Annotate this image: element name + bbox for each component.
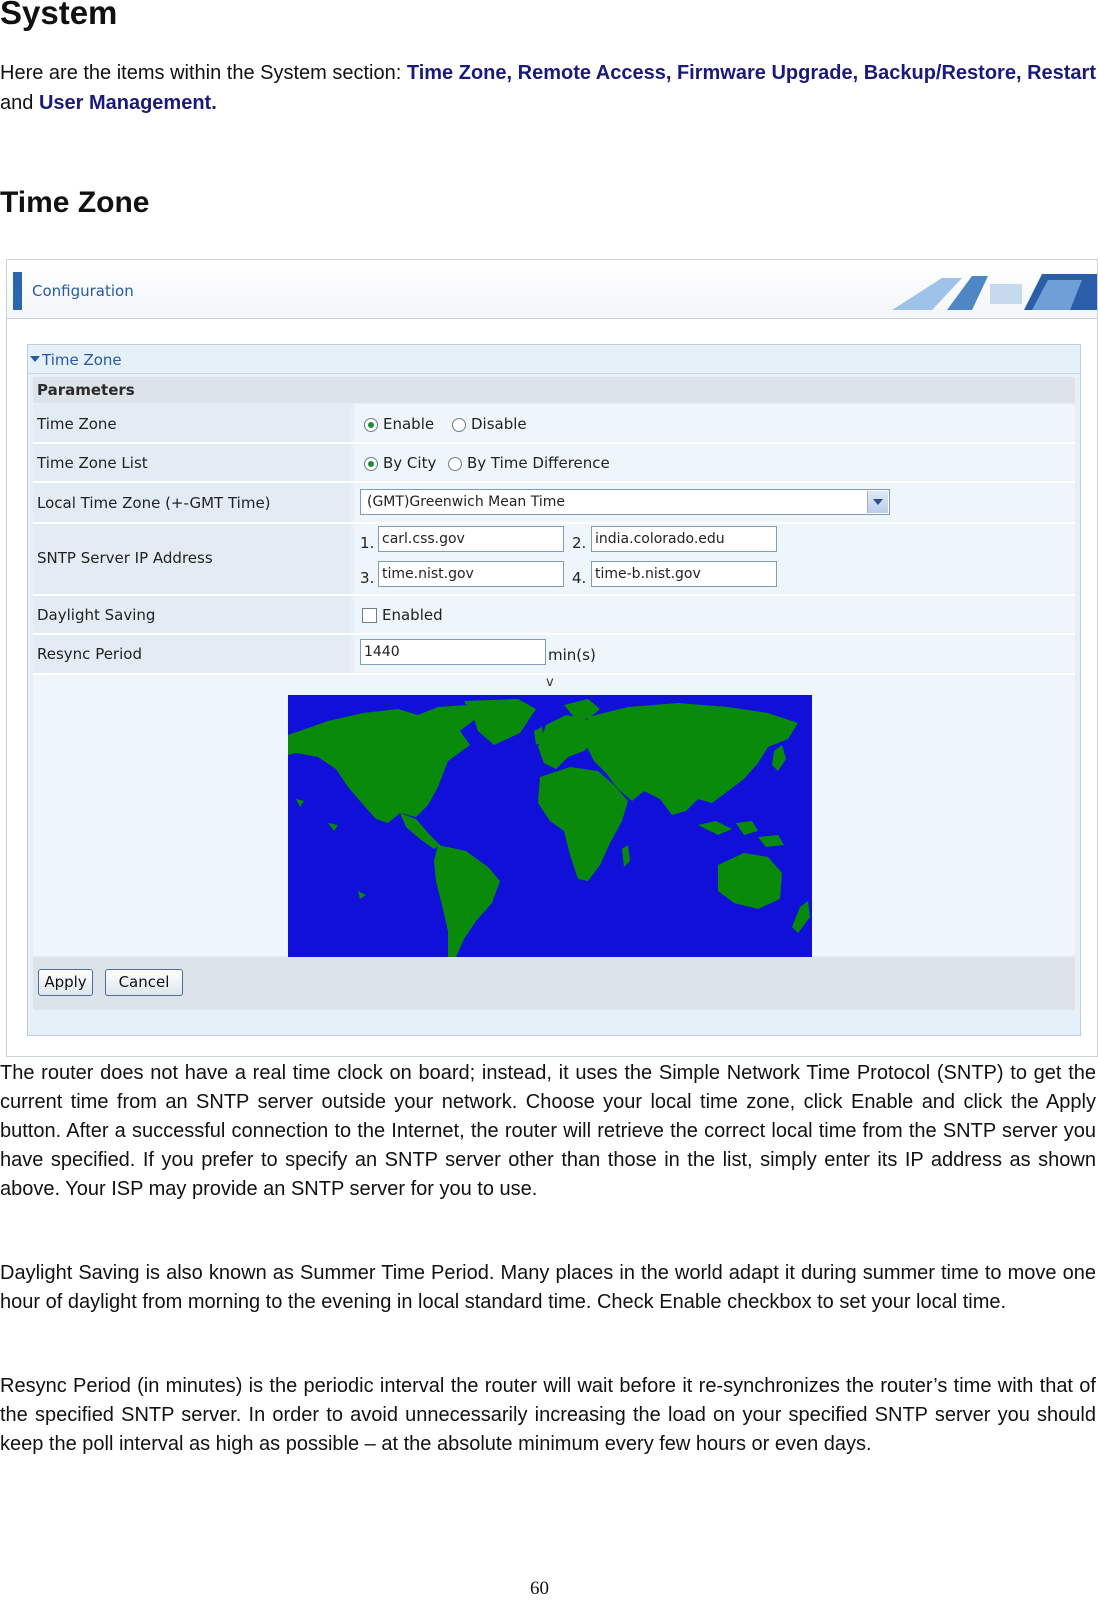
row-local-time-zone: Local Time Zone (+-GMT Time) (GMT)Greenw…	[33, 483, 1075, 524]
parameters-header: Parameters	[33, 377, 1075, 403]
button-row: Apply Cancel	[33, 957, 1075, 1010]
time-zone-panel: Time Zone Parameters Time Zone Enable Di…	[27, 344, 1081, 1036]
sntp-number-4: 4.	[572, 569, 587, 587]
section-heading: Time Zone	[0, 186, 150, 219]
sntp-number-3: 3.	[360, 569, 375, 587]
label-cell: Local Time Zone (+-GMT Time)	[33, 483, 351, 522]
sntp-server-4-input[interactable]: time-b.nist.gov	[591, 561, 777, 587]
sntp-server-3-input[interactable]: time.nist.gov	[378, 561, 564, 587]
by-city-option[interactable]: By City	[364, 454, 436, 472]
value-cell: By City By Time Difference	[354, 444, 1075, 481]
row-time-zone-list: Time Zone List By City By Time Differenc…	[33, 444, 1075, 483]
panel-title: Time Zone	[42, 351, 122, 369]
resync-unit: min(s)	[548, 646, 596, 664]
configuration-title: Configuration	[32, 282, 134, 300]
local-time-zone-label: Local Time Zone (+-GMT Time)	[37, 494, 271, 512]
intro-middle: and	[0, 92, 39, 114]
collapse-triangle-icon[interactable]	[30, 356, 40, 362]
local-time-zone-value: (GMT)Greenwich Mean Time	[367, 494, 566, 510]
resync-period-input[interactable]: 1440	[360, 639, 546, 665]
radio-disable[interactable]	[452, 417, 466, 432]
by-city-label: By City	[383, 454, 437, 472]
intro-prefix: Here are the items within the System sec…	[0, 62, 407, 84]
row-time-zone: Time Zone Enable Disable	[33, 405, 1075, 444]
apply-button[interactable]: Apply	[38, 969, 93, 996]
local-time-zone-select[interactable]: (GMT)Greenwich Mean Time	[360, 489, 890, 515]
value-cell: (GMT)Greenwich Mean Time	[354, 483, 1075, 522]
page-number: 60	[530, 1578, 549, 1599]
daylight-saving-checkbox-option[interactable]: Enabled	[362, 606, 443, 624]
label-cell: Resync Period	[33, 635, 351, 673]
time-zone-list-label: Time Zone List	[37, 454, 148, 472]
sntp-number-1: 1.	[360, 534, 375, 552]
by-time-difference-option[interactable]: By Time Difference	[448, 454, 610, 472]
configuration-header: Configuration	[7, 260, 1097, 319]
chevron-down-icon[interactable]	[867, 491, 888, 513]
parameters-label: Parameters	[37, 381, 135, 399]
row-resync-period: Resync Period 1440 min(s)	[33, 635, 1075, 675]
value-cell: Enable Disable	[354, 405, 1075, 442]
disable-label: Disable	[471, 415, 527, 433]
daylight-saving-checkbox[interactable]	[362, 608, 377, 623]
radio-enable[interactable]	[364, 417, 378, 432]
daylight-enabled-label: Enabled	[382, 606, 443, 624]
by-time-difference-label: By Time Difference	[467, 454, 610, 472]
label-cell: Time Zone List	[33, 444, 351, 481]
intro-paragraph: Here are the items within the System sec…	[0, 58, 1096, 118]
map-marker: v	[546, 675, 554, 690]
radio-by-time-difference[interactable]	[448, 456, 462, 471]
intro-highlight-user-management: User Management.	[38, 92, 217, 114]
world-map-image[interactable]	[288, 695, 812, 957]
label-cell: SNTP Server IP Address	[33, 524, 351, 594]
intro-highlight-items: Time Zone, Remote Access, Firmware Upgra…	[406, 62, 1096, 84]
time-zone-screenshot: Configuration Time Zone Parameters Time …	[6, 259, 1098, 1057]
enable-label: Enable	[383, 415, 435, 433]
value-cell: 1. carl.css.gov 2. india.colorado.edu 3.…	[354, 524, 1075, 594]
header-accent-bar	[13, 272, 22, 310]
value-cell: 1440 min(s)	[354, 635, 1075, 673]
header-decoration-icon	[892, 274, 1097, 310]
time-zone-enable-option[interactable]: Enable	[364, 415, 434, 433]
value-cell: Enabled	[354, 596, 1075, 633]
label-cell: Daylight Saving	[33, 596, 351, 633]
row-daylight-saving: Daylight Saving Enabled	[33, 596, 1075, 635]
sntp-label: SNTP Server IP Address	[37, 549, 213, 567]
paragraph-daylight-saving: Daylight Saving is also known as Summer …	[0, 1262, 1096, 1313]
cancel-button[interactable]: Cancel	[105, 969, 183, 996]
sntp-number-2: 2.	[572, 534, 587, 552]
sntp-server-1-input[interactable]: carl.css.gov	[378, 526, 564, 552]
resync-period-label: Resync Period	[37, 645, 142, 663]
paragraph-resync-period: Resync Period (in minutes) is the period…	[0, 1375, 1096, 1455]
daylight-saving-label: Daylight Saving	[37, 606, 156, 624]
page-title: System	[0, 0, 118, 31]
map-area: v	[33, 675, 1075, 957]
radio-by-city[interactable]	[364, 456, 378, 471]
label-cell: Time Zone	[33, 405, 351, 442]
panel-header[interactable]: Time Zone	[28, 345, 1080, 374]
time-zone-label: Time Zone	[37, 415, 117, 433]
row-sntp-servers: SNTP Server IP Address 1. carl.css.gov 2…	[33, 524, 1075, 596]
paragraph-sntp: The router does not have a real time clo…	[0, 1062, 1096, 1200]
sntp-server-2-input[interactable]: india.colorado.edu	[591, 526, 777, 552]
time-zone-disable-option[interactable]: Disable	[452, 415, 527, 433]
